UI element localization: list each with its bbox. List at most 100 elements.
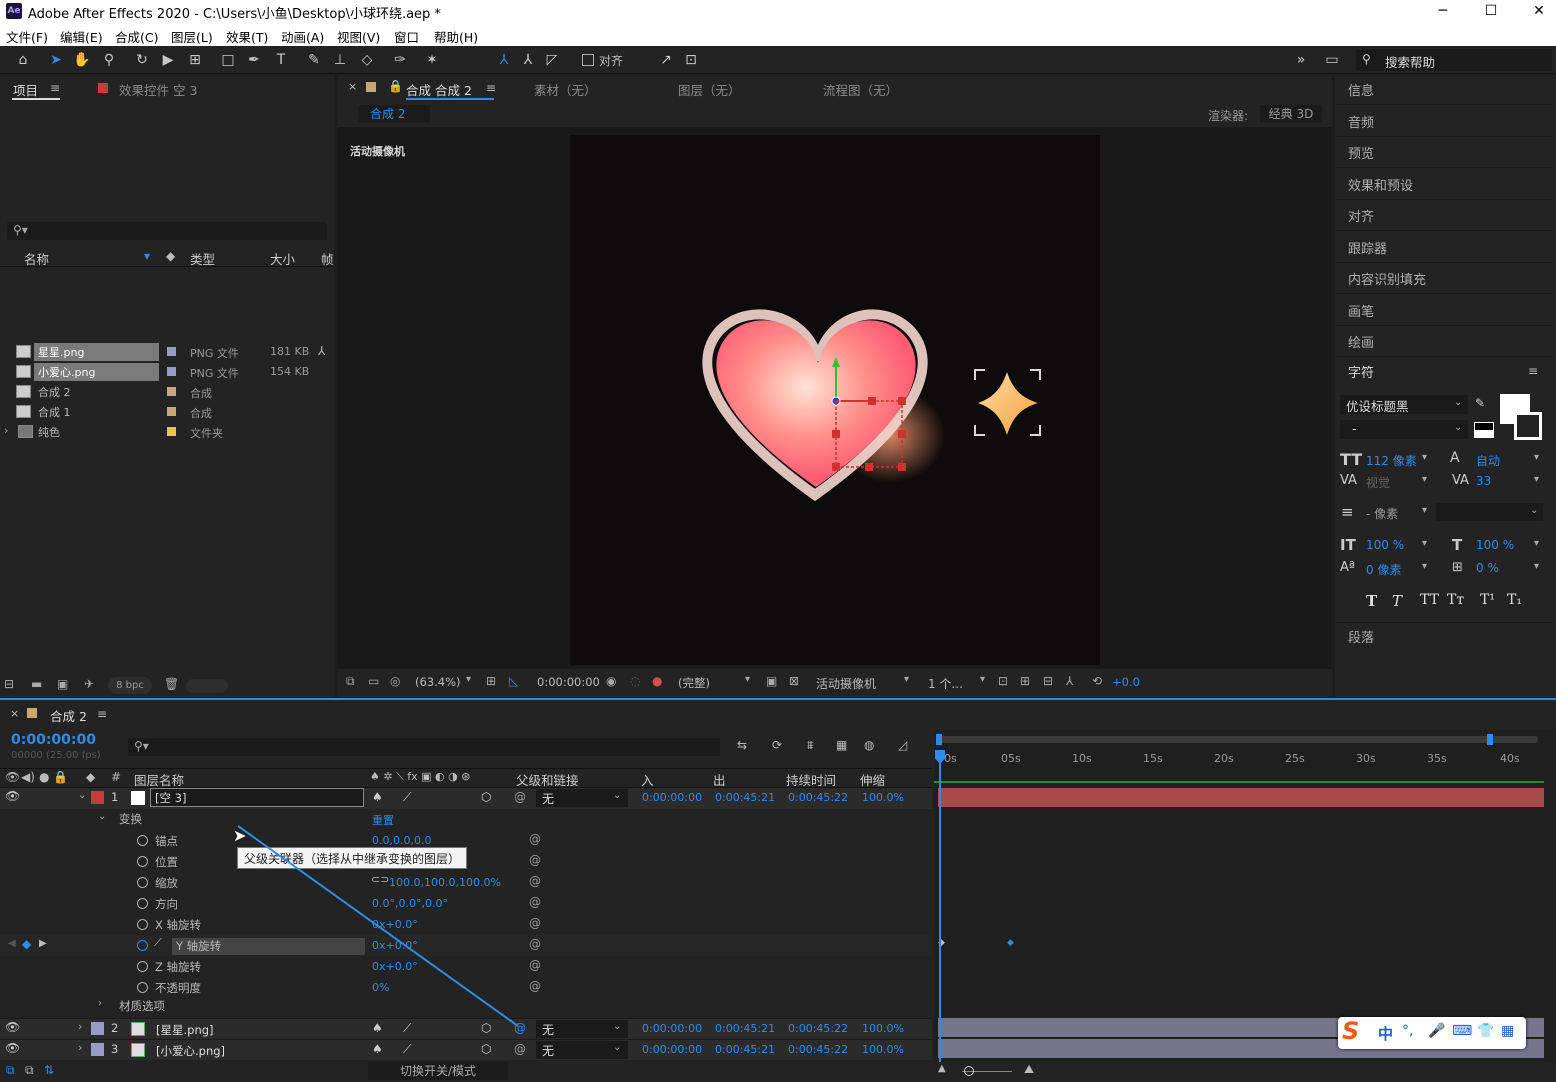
time-graph[interactable]: 0s 05s 10s 15s 20s 25s 30s 35s 40s ◆ ◆ bbox=[934, 730, 1556, 1065]
always-preview-icon[interactable]: ⧉ bbox=[346, 674, 355, 689]
project-item-name[interactable]: 合成 1 bbox=[34, 403, 159, 421]
pan-behind-tool-icon[interactable]: ⊞ bbox=[185, 50, 205, 70]
chevron-down-icon[interactable]: ▾ bbox=[745, 674, 750, 685]
leading-value[interactable]: 自动 bbox=[1476, 452, 1500, 469]
menu-file[interactable]: 文件(F) bbox=[6, 27, 48, 46]
ime-logo-icon[interactable]: S bbox=[1342, 1017, 1359, 1045]
project-item[interactable]: › 纯色 文件夹 bbox=[0, 422, 334, 442]
chevron-down-icon[interactable]: ▾ bbox=[1422, 452, 1427, 463]
menu-window[interactable]: 窗口 bbox=[394, 27, 419, 46]
panel-item[interactable]: 预览 bbox=[1348, 143, 1374, 162]
chevron-down-icon[interactable]: ▾ bbox=[1534, 561, 1539, 572]
panel-menu-icon[interactable]: ≡ bbox=[1528, 364, 1538, 378]
toggle-switches-modes-button[interactable]: 切换开关/模式 bbox=[368, 1062, 508, 1080]
channels-icon[interactable]: ● bbox=[652, 674, 662, 688]
home-icon[interactable]: ⌂ bbox=[13, 50, 33, 70]
transparency-grid-icon[interactable]: ◺ bbox=[509, 674, 518, 688]
in-out-toggle-icon[interactable]: ⇅ bbox=[44, 1063, 54, 1077]
menu-layer[interactable]: 图层(L) bbox=[171, 27, 213, 46]
comp-frame[interactable] bbox=[570, 135, 1100, 665]
zoom-out-icon[interactable]: ▲ bbox=[938, 1063, 946, 1074]
panel-item[interactable]: 效果和预设 bbox=[1348, 175, 1413, 194]
tab-footage[interactable]: 素材（无） bbox=[534, 80, 597, 99]
flowchart-icon[interactable]: ⅄ bbox=[1066, 674, 1073, 688]
label-color-swatch[interactable] bbox=[167, 427, 176, 436]
fast-preview-icon[interactable]: ⊞ bbox=[1020, 674, 1030, 688]
ime-punctuation-icon[interactable]: °, bbox=[1402, 1023, 1413, 1039]
selection-tool-icon[interactable]: ➤ bbox=[46, 50, 66, 70]
chevron-down-icon[interactable]: ⌄ bbox=[1530, 505, 1538, 516]
dependency-icon[interactable]: ⅄ bbox=[318, 344, 325, 358]
chevron-right-icon[interactable]: › bbox=[4, 424, 8, 437]
sort-chevron-icon[interactable]: ▾ bbox=[144, 249, 150, 263]
bpc-button[interactable]: 8 bpc bbox=[108, 677, 152, 694]
project-item[interactable]: 小爱心.png PNG 文件 154 KB bbox=[0, 362, 334, 382]
zoom-in-icon[interactable]: ⛰ bbox=[1024, 1062, 1034, 1077]
all-caps-icon[interactable]: TT bbox=[1420, 592, 1439, 608]
help-search-input[interactable]: 搜索帮助 bbox=[1385, 52, 1435, 71]
eyedropper-icon[interactable]: ✎ bbox=[1475, 396, 1485, 410]
stroke-color-swatch[interactable] bbox=[1514, 412, 1542, 440]
chevron-down-icon[interactable]: ▾ bbox=[1422, 561, 1427, 572]
resolution-select[interactable]: (完整) bbox=[678, 675, 710, 691]
zoom-select[interactable]: (63.4%) bbox=[415, 675, 461, 689]
viewer-timecode[interactable]: 0:00:00:00 bbox=[537, 675, 600, 689]
paragraph-panel-title[interactable]: 段落 bbox=[1348, 627, 1374, 646]
col-frames[interactable]: 帧 bbox=[321, 249, 334, 268]
star-shape[interactable] bbox=[978, 372, 1038, 435]
layer-switches-icon[interactable]: ⧉ bbox=[6, 1063, 15, 1078]
snap-icon[interactable]: ↗ bbox=[656, 50, 676, 70]
font-size-value[interactable]: 112 像素 bbox=[1366, 452, 1417, 469]
transfer-controls-icon[interactable]: ⧉ bbox=[25, 1063, 34, 1078]
font-style-select[interactable]: - bbox=[1340, 420, 1468, 439]
tab-project[interactable]: 项目 bbox=[13, 80, 38, 99]
menu-effect[interactable]: 效果(T) bbox=[226, 27, 268, 46]
font-family-select[interactable]: 优设标题黑 bbox=[1340, 395, 1468, 414]
tab-layer[interactable]: 图层（无） bbox=[678, 80, 741, 99]
col-name[interactable]: 名称 bbox=[24, 249, 49, 268]
panel-item[interactable]: 音频 bbox=[1348, 112, 1374, 131]
help-search-box[interactable]: ⚲ 搜索帮助 bbox=[1356, 49, 1552, 71]
chevron-down-icon[interactable]: ▾ bbox=[1422, 505, 1427, 516]
work-area-bar[interactable] bbox=[938, 736, 1538, 743]
ime-toolbox-icon[interactable]: ▦ bbox=[1501, 1023, 1514, 1039]
panel-item[interactable]: 画笔 bbox=[1348, 301, 1374, 320]
time-ruler[interactable]: 0s 05s 10s 15s 20s 25s 30s 35s 40s bbox=[934, 752, 1556, 770]
menu-edit[interactable]: 编辑(E) bbox=[60, 27, 103, 46]
mask-icon[interactable]: ◎ bbox=[390, 674, 400, 688]
renderer-select[interactable]: 经典 3D bbox=[1260, 105, 1322, 123]
grid-snap-icon[interactable]: ⊡ bbox=[681, 50, 701, 70]
pen-tool-icon[interactable]: ✒ bbox=[244, 50, 264, 70]
eraser-tool-icon[interactable]: ◇ bbox=[357, 50, 377, 70]
region-of-interest-icon[interactable]: ▣ bbox=[766, 674, 777, 688]
stroke-width-value[interactable]: - 像素 bbox=[1366, 505, 1398, 522]
camera-view-select[interactable]: 活动摄像机 bbox=[816, 675, 876, 692]
show-snapshot-icon[interactable]: ◌ bbox=[630, 674, 640, 688]
view-layout-select[interactable]: 1 个... bbox=[928, 675, 963, 692]
vertical-scale-value[interactable]: 100 % bbox=[1366, 538, 1404, 552]
close-tab-icon[interactable]: × bbox=[348, 80, 357, 93]
exposure-value[interactable]: +0.0 bbox=[1112, 675, 1140, 689]
menu-help[interactable]: 帮助(H) bbox=[434, 27, 478, 46]
local-axis-icon[interactable]: ⅄ bbox=[494, 50, 514, 70]
trash-icon[interactable]: 🗑 bbox=[164, 677, 179, 691]
safe-margins-icon[interactable]: ⊞ bbox=[486, 674, 496, 688]
rotate-tool-icon[interactable]: ↻ bbox=[132, 50, 152, 70]
minimize-button[interactable]: ─ bbox=[1420, 0, 1466, 24]
layer-1-duration-bar[interactable] bbox=[938, 788, 1544, 807]
project-search-input[interactable]: ⚲▾ bbox=[7, 222, 327, 240]
panel-item[interactable]: 跟踪器 bbox=[1348, 238, 1387, 257]
faux-italic-icon[interactable]: T bbox=[1392, 592, 1402, 610]
lock-icon[interactable]: 🔒 bbox=[388, 79, 403, 93]
chevron-down-icon[interactable]: ▾ bbox=[1422, 474, 1427, 485]
panel-item[interactable]: 内容识别填充 bbox=[1348, 269, 1426, 288]
type-tool-icon[interactable]: T bbox=[271, 50, 291, 70]
snapshot-icon[interactable]: ◉ bbox=[606, 674, 616, 688]
tab-composition[interactable]: 合成 合成 2 bbox=[406, 80, 472, 99]
zoom-slider-thumb[interactable] bbox=[964, 1066, 974, 1076]
reset-exposure-icon[interactable]: ⟲ bbox=[1092, 674, 1102, 688]
viewer-canvas[interactable]: 活动摄像机 bbox=[338, 127, 1332, 669]
project-item[interactable]: 星星.png PNG 文件 181 KB ⅄ bbox=[0, 342, 334, 362]
label-color-swatch[interactable] bbox=[167, 367, 176, 376]
roto-brush-tool-icon[interactable]: ✑ bbox=[390, 50, 410, 70]
